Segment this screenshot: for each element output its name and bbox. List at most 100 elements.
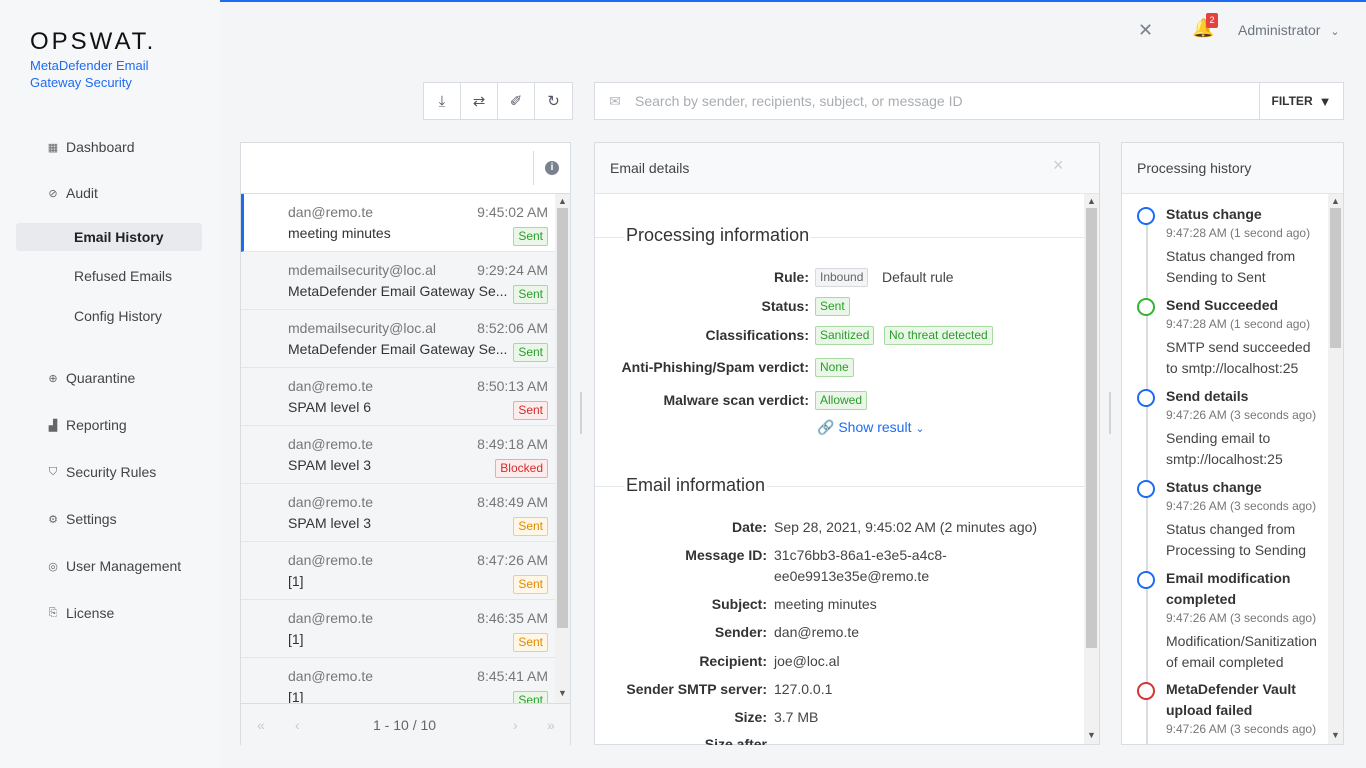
info-event-icon xyxy=(1137,389,1155,407)
email-subject: SPAM level 3 xyxy=(288,457,371,473)
next-page-button[interactable]: › xyxy=(513,717,518,733)
info-icon[interactable]: i xyxy=(545,161,559,175)
history-scrollbar[interactable]: ▲ ▼ xyxy=(1328,194,1343,744)
success-icon xyxy=(1137,298,1155,316)
sidebar-item-config-history[interactable]: Config History xyxy=(16,302,202,330)
email-row[interactable]: mdemailsecurity@loc.al 8:52:06 AM MetaDe… xyxy=(241,310,555,368)
email-time: 8:46:35 AM xyxy=(477,610,548,626)
sidebar-item-settings[interactable]: ⚙ Settings xyxy=(16,505,202,533)
email-sender: dan@remo.te xyxy=(288,668,374,684)
status-badge: Sent xyxy=(513,401,548,420)
subject-field: Subject: xyxy=(595,596,767,616)
history-title: Status change xyxy=(1166,479,1262,495)
email-row[interactable]: dan@remo.te 8:45:41 AM [1] Sent xyxy=(241,658,555,703)
sidebar-item-label: Refused Emails xyxy=(74,268,173,284)
sidebar-item-license[interactable]: ⎘ License xyxy=(16,599,202,627)
info-event-icon xyxy=(1137,571,1155,589)
scroll-up-icon[interactable]: ▲ xyxy=(1087,196,1096,206)
prev-page-button[interactable]: ‹ xyxy=(295,717,300,733)
email-sender: dan@remo.te xyxy=(288,204,374,220)
email-subject: MetaDefender Email Gateway Se... xyxy=(288,341,508,357)
sender-value: dan@remo.te xyxy=(774,624,860,640)
status-change-icon xyxy=(1137,207,1155,225)
field-label: Malware scan verdict: xyxy=(663,392,809,408)
history-title: MetaDefender Vault upload failed xyxy=(1166,681,1296,718)
scroll-down-icon[interactable]: ▼ xyxy=(1087,730,1096,740)
size-field: Size: xyxy=(595,709,767,729)
refresh-button[interactable]: ↻ xyxy=(535,83,572,119)
email-list-scrollbar[interactable]: ▲ ▼ xyxy=(555,194,570,703)
first-page-button[interactable]: « xyxy=(257,717,265,733)
search-input[interactable] xyxy=(635,93,1259,109)
status-badge: Sent xyxy=(815,297,850,316)
date-field: Date: xyxy=(595,519,767,539)
email-row[interactable]: dan@remo.te 8:49:18 AM SPAM level 3 Bloc… xyxy=(241,426,555,484)
details-scrollbar[interactable]: ▲ ▼ xyxy=(1084,194,1099,744)
history-title: Send Succeeded xyxy=(1166,297,1279,313)
scroll-thumb[interactable] xyxy=(557,208,568,628)
email-list-panel: i dan@remo.te 9:45:02 AM meeting minutes… xyxy=(240,142,571,745)
refresh-icon: ↻ xyxy=(547,93,560,110)
email-row[interactable]: dan@remo.te 9:45:02 AM meeting minutes S… xyxy=(241,194,555,252)
email-subject: MetaDefender Email Gateway Se... xyxy=(288,283,508,299)
header-divider xyxy=(533,151,534,185)
history-description: Status changed from Processing to Sendin… xyxy=(1166,521,1307,558)
product-name: MetaDefender Email Gateway Security xyxy=(30,58,149,90)
sidebar-item-audit[interactable]: ⊘ Audit xyxy=(16,179,202,207)
sidebar-item-refused-emails[interactable]: Refused Emails xyxy=(16,262,202,290)
sidebar-item-dashboard[interactable]: ▦ Dashboard xyxy=(16,133,202,161)
status-badge: Sent xyxy=(513,227,548,246)
pagination: « ‹ 1 - 10 / 10 › » xyxy=(241,703,570,745)
email-subject: [1] xyxy=(288,573,304,589)
email-row[interactable]: mdemailsecurity@loc.al 9:29:24 AM MetaDe… xyxy=(241,252,555,310)
disconnect-icon[interactable]: ✕ xyxy=(1138,20,1153,41)
smtp-server-field: Sender SMTP server: xyxy=(595,681,767,701)
chevron-down-icon: ⌄ xyxy=(915,423,925,435)
scroll-down-icon[interactable]: ▼ xyxy=(1331,730,1340,740)
scroll-up-icon[interactable]: ▲ xyxy=(558,196,567,206)
filter-label: FILTER xyxy=(1271,94,1313,108)
status-badge: Sent xyxy=(513,343,548,362)
sidebar-item-reporting[interactable]: ▟ Reporting xyxy=(16,411,202,439)
download-button[interactable]: ⤓ xyxy=(424,83,461,119)
resize-handle[interactable] xyxy=(1109,392,1111,434)
sidebar-item-email-history[interactable]: Email History xyxy=(16,223,202,251)
email-subject: [1] xyxy=(288,631,304,647)
panel-title: Email details xyxy=(610,160,690,176)
processing-history-panel: Processing history Status change 9:47:28… xyxy=(1121,142,1344,745)
sidebar-item-quarantine[interactable]: ⊕ Quarantine xyxy=(16,364,202,392)
show-result-link[interactable]: 🔗 Show result ⌄ xyxy=(817,419,925,436)
email-time: 8:48:49 AM xyxy=(477,494,548,510)
email-row[interactable]: dan@remo.te 8:50:13 AM SPAM level 6 Sent xyxy=(241,368,555,426)
user-menu[interactable]: Administrator ⌄ xyxy=(1238,22,1340,38)
filter-button[interactable]: FILTER ▼ xyxy=(1259,83,1343,119)
status-badge: Sent xyxy=(513,575,548,594)
filter-icon: ▼ xyxy=(1318,93,1332,109)
email-list-header: i xyxy=(241,143,570,194)
scroll-thumb[interactable] xyxy=(1330,208,1341,348)
last-page-button[interactable]: » xyxy=(547,717,555,733)
scroll-thumb[interactable] xyxy=(1086,208,1097,648)
sidebar-item-label: User Management xyxy=(66,558,182,574)
scroll-up-icon[interactable]: ▲ xyxy=(1331,196,1340,206)
sidebar-item-security-rules[interactable]: ⛉ Security Rules xyxy=(16,458,202,486)
status-badge: Sent xyxy=(513,517,548,536)
link-icon: 🔗 xyxy=(817,419,835,435)
malware-field: Malware scan verdict: xyxy=(595,392,809,412)
sidebar-item-label: Reporting xyxy=(66,417,127,433)
email-time: 9:29:24 AM xyxy=(477,262,548,278)
resend-button[interactable]: ⇄ xyxy=(461,83,498,119)
email-subject: meeting minutes xyxy=(288,225,391,241)
clean-button[interactable]: ✐ xyxy=(498,83,535,119)
email-row[interactable]: dan@remo.te 8:46:35 AM [1] Sent xyxy=(241,600,555,658)
email-row[interactable]: dan@remo.te 8:48:49 AM SPAM level 3 Sent xyxy=(241,484,555,542)
error-icon xyxy=(1137,682,1155,700)
scroll-down-icon[interactable]: ▼ xyxy=(558,688,567,698)
email-row[interactable]: dan@remo.te 8:47:26 AM [1] Sent xyxy=(241,542,555,600)
close-icon[interactable]: × xyxy=(1053,155,1064,176)
email-details-panel: Email details × Processing information R… xyxy=(594,142,1100,745)
status-badge: Sent xyxy=(513,285,548,304)
sidebar-item-user-management[interactable]: ◎ User Management xyxy=(16,552,202,580)
field-label: Date: xyxy=(731,519,767,535)
resize-handle[interactable] xyxy=(580,392,582,434)
